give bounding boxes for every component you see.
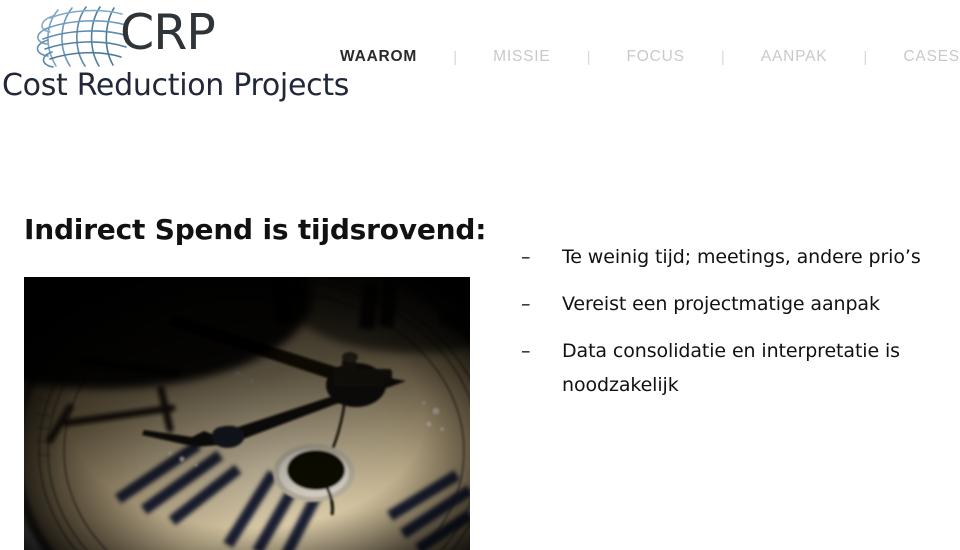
list-item: – Vereist een projectmatige aanpak bbox=[505, 287, 957, 321]
nav-item-missie[interactable]: MISSIE bbox=[493, 48, 550, 66]
bullet-marker: – bbox=[521, 340, 531, 362]
bullet-list: – Te weinig tijd; meetings, andere prio’… bbox=[505, 240, 957, 415]
page-header: CRP Cost Reduction Projects WAAROM | MIS… bbox=[0, 0, 960, 112]
nav-separator: | bbox=[720, 48, 725, 66]
brand-acronym: CRP bbox=[120, 4, 216, 61]
list-item: – Te weinig tijd; meetings, andere prio’… bbox=[505, 240, 957, 274]
brand-tagline: Cost Reduction Projects bbox=[2, 68, 350, 103]
nav-item-cases[interactable]: CASES bbox=[903, 48, 960, 66]
brand-logo[interactable]: CRP Cost Reduction Projects bbox=[0, 0, 349, 108]
nav-item-focus[interactable]: FOCUS bbox=[627, 48, 685, 66]
main-navigation[interactable]: WAAROM | MISSIE | FOCUS | AANPAK | CASES bbox=[340, 42, 960, 72]
vintage-clock-face-photo bbox=[24, 277, 470, 550]
bullet-text: Te weinig tijd; meetings, andere prio’s bbox=[562, 246, 921, 268]
nav-separator: | bbox=[863, 48, 868, 66]
bullet-text: Data consolidatie en interpretatie is no… bbox=[562, 340, 900, 396]
list-item: – Data consolidatie en interpretatie is … bbox=[505, 334, 957, 402]
nav-separator: | bbox=[453, 48, 458, 66]
nav-item-aanpak[interactable]: AANPAK bbox=[761, 48, 828, 66]
nav-item-waarom[interactable]: WAAROM bbox=[340, 48, 417, 66]
nav-separator: | bbox=[586, 48, 591, 66]
bullet-marker: – bbox=[521, 293, 531, 315]
slide-title: Indirect Spend is tijdsrovend: bbox=[24, 213, 487, 246]
bullet-text: Vereist een projectmatige aanpak bbox=[562, 293, 880, 315]
bullet-marker: – bbox=[521, 246, 531, 268]
